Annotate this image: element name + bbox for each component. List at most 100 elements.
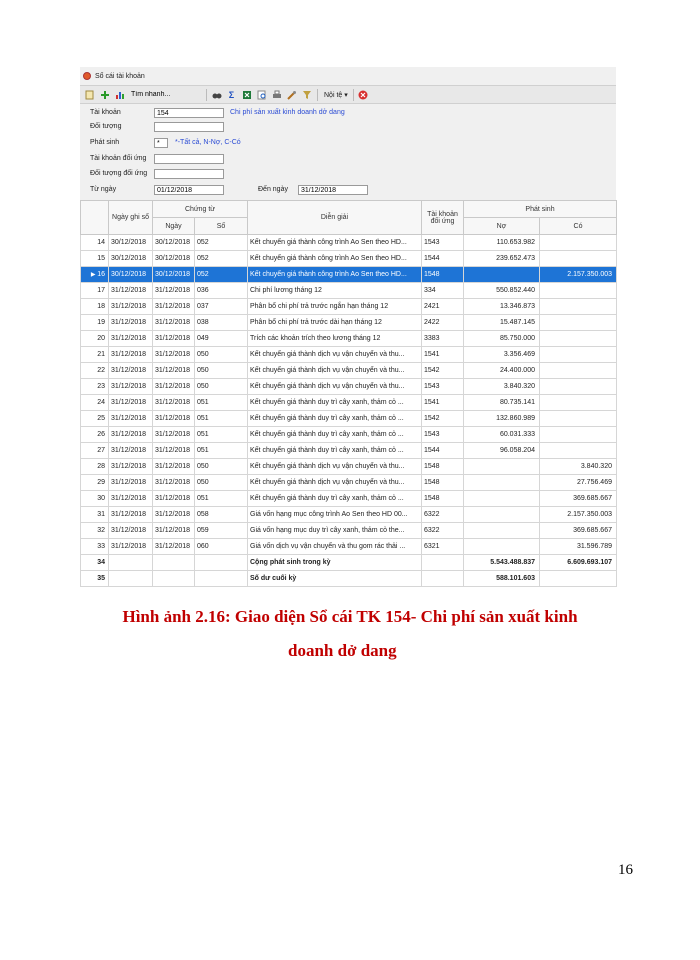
object-input[interactable] [154,122,224,132]
credit-cell[interactable] [539,426,617,443]
debit-cell[interactable]: 80.735.141 [463,394,540,411]
credit-cell[interactable] [539,378,617,395]
credit-cell[interactable] [539,250,617,267]
record-date-cell[interactable]: 31/12/2018 [108,394,153,411]
row-number-cell[interactable]: 31 [80,506,109,523]
row-number-cell[interactable]: 18 [80,298,109,315]
counter-account-cell[interactable]: 6322 [421,522,464,539]
voucher-no-cell[interactable] [194,570,248,587]
header-voucher-no[interactable]: Số [194,217,248,235]
description-cell[interactable]: Trích các khoản trích theo lương tháng 1… [247,330,422,347]
record-date-cell[interactable]: 31/12/2018 [108,426,153,443]
row-number-cell[interactable]: 15 [80,250,109,267]
add-icon[interactable] [99,89,110,100]
record-date-cell[interactable]: 31/12/2018 [108,538,153,555]
arise-input[interactable] [154,138,168,148]
table-row[interactable]: 23 31/12/2018 31/12/2018 050 Kết chuyển giá … [80,378,617,395]
counter-account-cell[interactable]: 1542 [421,410,464,427]
table-row[interactable]: 30 31/12/2018 31/12/2018 051 Kết chuyển giá … [80,490,617,507]
table-row[interactable]: 28 31/12/2018 31/12/2018 050 Kết chuyển giá … [80,458,617,475]
row-number-cell[interactable]: 34 [80,554,109,571]
description-cell[interactable]: Phân bổ chi phí trả trước dài hạn tháng … [247,314,422,331]
voucher-no-cell[interactable]: 051 [194,394,248,411]
debit-cell[interactable]: 15.487.145 [463,314,540,331]
description-cell[interactable]: Kết chuyển giá thành dịch vụ vận chuyển … [247,458,422,475]
table-row[interactable]: ▶ 16 30/12/2018 30/12/2018 052 Kết chuyển gi… [80,266,617,283]
debit-cell[interactable]: 13.346.873 [463,298,540,315]
table-row[interactable]: 20 31/12/2018 31/12/2018 049 Trích các khoản… [80,330,617,347]
row-number-cell[interactable]: 22 [80,362,109,379]
voucher-no-cell[interactable]: 050 [194,474,248,491]
debit-cell[interactable] [463,538,540,555]
table-row[interactable]: 21 31/12/2018 31/12/2018 050 Kết chuyển giá … [80,346,617,363]
voucher-date-cell[interactable]: 31/12/2018 [152,346,195,363]
debit-cell[interactable]: 239.652.473 [463,250,540,267]
counter-account-cell[interactable]: 1541 [421,346,464,363]
to-date-input[interactable] [298,185,368,195]
credit-cell[interactable]: 369.685.667 [539,490,617,507]
counter-account-cell[interactable]: 1541 [421,394,464,411]
voucher-date-cell[interactable]: 31/12/2018 [152,506,195,523]
table-row[interactable]: 15 30/12/2018 30/12/2018 052 Kết chuyển giá … [80,250,617,267]
row-number-cell[interactable]: 28 [80,458,109,475]
table-row[interactable]: 35 Số dư cuối kỳ 588.101.603 [80,570,617,587]
counter-account-cell[interactable]: 2422 [421,314,464,331]
debit-cell[interactable] [463,522,540,539]
table-row[interactable]: 22 31/12/2018 31/12/2018 050 Kết chuyển giá … [80,362,617,379]
debit-cell[interactable] [463,458,540,475]
record-date-cell[interactable] [108,570,153,587]
credit-cell[interactable]: 31.596.789 [539,538,617,555]
credit-cell[interactable]: 6.609.693.107 [539,554,617,571]
counter-account-cell[interactable]: 334 [421,282,464,299]
debit-cell[interactable] [463,490,540,507]
voucher-no-cell[interactable]: 050 [194,458,248,475]
credit-cell[interactable] [539,234,617,251]
debit-cell[interactable]: 85.750.000 [463,330,540,347]
counter-account-cell[interactable]: 1543 [421,426,464,443]
document-icon[interactable] [84,89,95,100]
description-cell[interactable]: Kết chuyển giá thành công trình Ao Sen t… [247,250,422,267]
counter-account-cell[interactable]: 1544 [421,442,464,459]
record-date-cell[interactable]: 31/12/2018 [108,490,153,507]
header-credit[interactable]: Có [539,217,617,235]
row-number-cell[interactable]: 23 [80,378,109,395]
header-counter-account[interactable]: Tài khoản đối ứng [421,200,464,235]
voucher-date-cell[interactable]: 31/12/2018 [152,362,195,379]
excel-icon[interactable] [241,89,252,100]
description-cell[interactable]: Cộng phát sinh trong kỳ [247,554,422,571]
debit-cell[interactable]: 60.031.333 [463,426,540,443]
header-voucher-date[interactable]: Ngày [152,217,195,235]
voucher-date-cell[interactable]: 31/12/2018 [152,490,195,507]
credit-cell[interactable]: 2.157.350.003 [539,506,617,523]
voucher-no-cell[interactable]: 050 [194,346,248,363]
binoculars-icon[interactable] [211,89,222,100]
tools-icon[interactable] [286,89,297,100]
debit-cell[interactable]: 3.840.320 [463,378,540,395]
record-date-cell[interactable] [108,554,153,571]
description-cell[interactable]: Kết chuyển giá thành công trình Ao Sen t… [247,234,422,251]
voucher-no-cell[interactable]: 052 [194,266,248,283]
description-cell[interactable]: Kết chuyển giá thành dịch vụ vận chuyển … [247,346,422,363]
voucher-no-cell[interactable]: 049 [194,330,248,347]
close-icon[interactable] [358,89,369,100]
voucher-date-cell[interactable]: 31/12/2018 [152,410,195,427]
row-number-cell[interactable]: 20 [80,330,109,347]
row-number-cell[interactable]: 35 [80,570,109,587]
counter-account-cell[interactable]: 1543 [421,378,464,395]
row-number-cell[interactable]: 17 [80,282,109,299]
voucher-date-cell[interactable]: 31/12/2018 [152,394,195,411]
voucher-date-cell[interactable]: 31/12/2018 [152,522,195,539]
table-row[interactable]: 32 31/12/2018 31/12/2018 059 Giá vốn hạng mụ… [80,522,617,539]
table-row[interactable]: 27 31/12/2018 31/12/2018 051 Kết chuyển giá … [80,442,617,459]
voucher-date-cell[interactable]: 31/12/2018 [152,282,195,299]
header-description[interactable]: Diễn giải [247,200,422,235]
credit-cell[interactable] [539,330,617,347]
voucher-no-cell[interactable]: 050 [194,378,248,395]
credit-cell[interactable] [539,394,617,411]
voucher-date-cell[interactable]: 31/12/2018 [152,538,195,555]
voucher-date-cell[interactable]: 30/12/2018 [152,266,195,283]
counter-account-cell[interactable]: 1544 [421,250,464,267]
row-number-cell[interactable]: 24 [80,394,109,411]
counter-account-cell[interactable]: 1548 [421,490,464,507]
description-cell[interactable]: Số dư cuối kỳ [247,570,422,587]
